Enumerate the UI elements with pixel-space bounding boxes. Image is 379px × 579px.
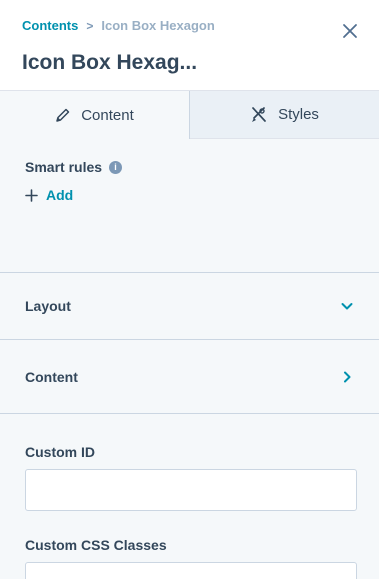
smart-rules-heading: Smart rules i [25, 159, 354, 175]
breadcrumb-link-contents[interactable]: Contents [22, 18, 78, 33]
tab-bar: Content Styles [0, 91, 379, 139]
section-content[interactable]: Content [0, 340, 379, 414]
field-spacer [25, 511, 357, 537]
panel-title: Icon Box Hexag... [22, 51, 198, 74]
custom-id-label: Custom ID [25, 444, 95, 460]
advanced-fields: Custom ID Custom CSS Classes [0, 414, 379, 579]
plus-icon [25, 188, 38, 202]
close-button[interactable] [341, 22, 359, 40]
custom-css-label: Custom CSS Classes [25, 537, 167, 553]
breadcrumb-separator: > [86, 18, 94, 33]
breadcrumb: Contents > Icon Box Hexagon [22, 18, 215, 33]
add-smart-rule-button[interactable]: Add [25, 187, 354, 203]
info-icon[interactable]: i [109, 160, 123, 174]
section-content-label: Content [25, 368, 78, 385]
chevron-right-icon [344, 371, 351, 382]
tab-content[interactable]: Content [0, 91, 190, 139]
custom-css-input[interactable] [25, 562, 357, 579]
section-layout-label: Layout [25, 298, 71, 314]
close-icon [343, 24, 357, 38]
tab-styles[interactable]: Styles [190, 91, 379, 138]
panel-header: Contents > Icon Box Hexagon Icon Box Hex… [0, 0, 379, 91]
tab-content-label: Content [81, 106, 134, 124]
smart-rules-label: Smart rules [25, 159, 103, 175]
tab-styles-label: Styles [278, 106, 319, 123]
custom-id-input[interactable] [25, 469, 357, 511]
pencil-icon [55, 107, 71, 123]
styles-icon [250, 106, 268, 124]
chevron-down-icon [341, 303, 353, 310]
section-layout[interactable]: Layout [0, 273, 379, 340]
breadcrumb-current: Icon Box Hexagon [101, 18, 215, 33]
add-label: Add [46, 187, 74, 203]
smart-rules-section: Smart rules i Add [0, 139, 379, 273]
